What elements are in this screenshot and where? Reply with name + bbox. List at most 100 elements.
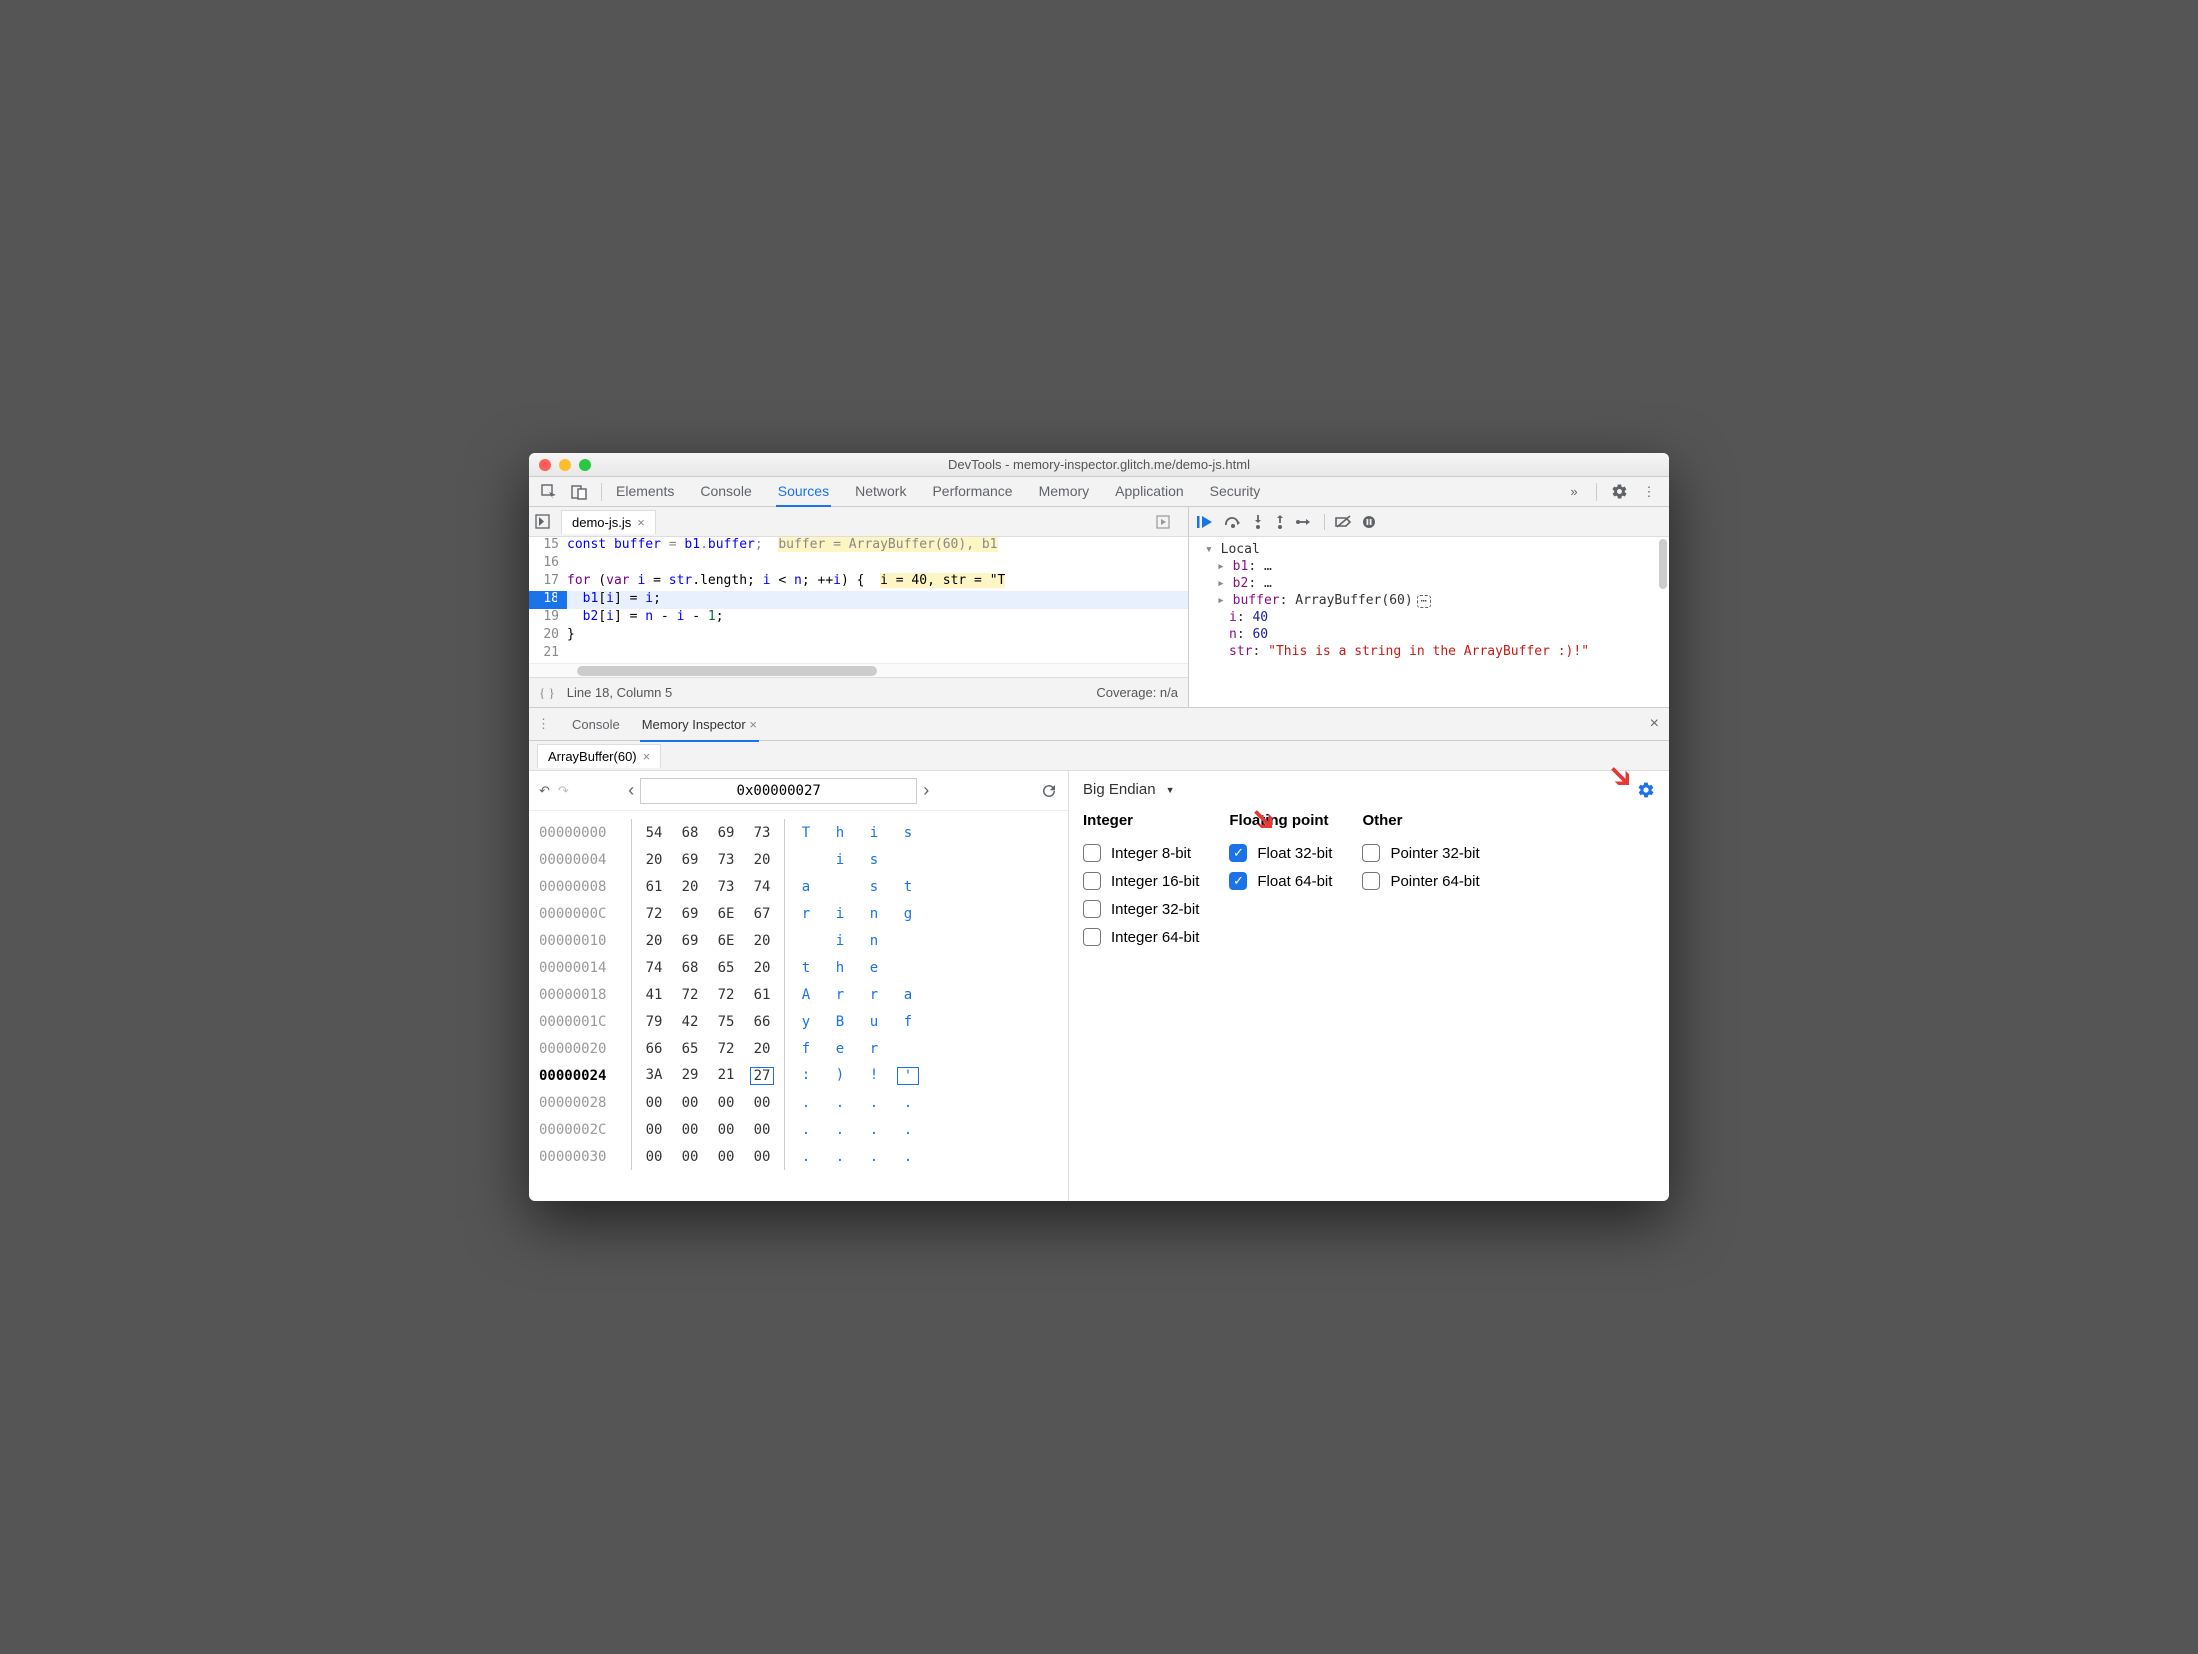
- value-type-integer-16-bit[interactable]: Integer 16-bit: [1083, 867, 1199, 895]
- hex-row[interactable]: 0000002066657220fer: [539, 1035, 1058, 1062]
- scope-var-b2[interactable]: b2: …: [1195, 575, 1663, 592]
- tab-console[interactable]: Console: [698, 477, 753, 507]
- checkbox-icon[interactable]: ✓: [1229, 872, 1247, 890]
- endianness-select[interactable]: Big Endian ▼: [1083, 781, 1655, 812]
- coverage-status: Coverage: n/a: [1096, 685, 1178, 700]
- hex-row[interactable]: 0000001C79427566yBuf: [539, 1008, 1058, 1035]
- refresh-icon[interactable]: [1040, 782, 1058, 800]
- checkbox-icon[interactable]: [1083, 900, 1101, 918]
- value-type-integer-32-bit[interactable]: Integer 32-bit: [1083, 895, 1199, 923]
- code-line[interactable]: 19 b2[i] = n - i - 1;: [529, 609, 1188, 627]
- scope-var-n[interactable]: n: 60: [1195, 626, 1663, 643]
- hex-row[interactable]: 0000000420697320 is: [539, 846, 1058, 873]
- pause-exceptions-icon[interactable]: [1362, 515, 1376, 529]
- hex-row[interactable]: 0000000861207374a st: [539, 873, 1058, 900]
- vertical-scrollbar[interactable]: [1659, 539, 1667, 589]
- tab-sources[interactable]: Sources: [776, 477, 831, 507]
- value-type-integer-8-bit[interactable]: Integer 8-bit: [1083, 839, 1199, 867]
- value-type-pointer-32-bit[interactable]: Pointer 32-bit: [1362, 839, 1479, 867]
- checkbox-icon[interactable]: [1083, 844, 1101, 862]
- file-tab-label: demo-js.js: [572, 515, 631, 530]
- redo-icon[interactable]: ↷: [558, 783, 569, 799]
- navigator-toggle-icon[interactable]: [535, 514, 561, 529]
- prev-page-icon[interactable]: ‹: [628, 780, 634, 801]
- close-tab-icon[interactable]: ×: [637, 515, 645, 530]
- hex-row[interactable]: 000000243A292127:)!': [539, 1062, 1058, 1089]
- step-into-icon[interactable]: [1252, 514, 1264, 530]
- device-toolbar-icon[interactable]: [565, 478, 593, 506]
- next-page-icon[interactable]: ›: [923, 780, 929, 801]
- undo-icon[interactable]: ↶: [539, 783, 550, 799]
- checkbox-icon[interactable]: ✓: [1229, 844, 1247, 862]
- code-line[interactable]: 17for (var i = str.length; i < n; ++i) {…: [529, 573, 1188, 591]
- hex-row[interactable]: 0000001474686520the: [539, 954, 1058, 981]
- tab-performance[interactable]: Performance: [930, 477, 1014, 507]
- hex-toolbar: ↶ ↷ ‹ ›: [529, 771, 1068, 811]
- code-line[interactable]: 16: [529, 555, 1188, 573]
- tab-elements[interactable]: Elements: [614, 477, 676, 507]
- inspect-element-icon[interactable]: [535, 478, 563, 506]
- value-settings-icon[interactable]: [1637, 781, 1655, 799]
- file-tab-demo-js[interactable]: demo-js.js ×: [561, 510, 656, 534]
- tab-memory[interactable]: Memory: [1037, 477, 1092, 507]
- value-type-pointer-64-bit[interactable]: Pointer 64-bit: [1362, 867, 1479, 895]
- scope-var-b1[interactable]: b1: …: [1195, 558, 1663, 575]
- code-line[interactable]: 20}: [529, 627, 1188, 645]
- hex-row[interactable]: 0000003000000000....: [539, 1143, 1058, 1170]
- hex-row[interactable]: 0000001841727261Arra: [539, 981, 1058, 1008]
- hex-viewer: ↶ ↷ ‹ › 0000000054686973This000000042069…: [529, 771, 1069, 1201]
- hex-row[interactable]: 0000002C00000000....: [539, 1116, 1058, 1143]
- settings-icon[interactable]: [1605, 478, 1633, 506]
- address-input[interactable]: [640, 778, 917, 804]
- value-type-integer-64-bit[interactable]: Integer 64-bit: [1083, 923, 1199, 951]
- tab-security[interactable]: Security: [1208, 477, 1263, 507]
- drawer-tab-memory-inspector[interactable]: Memory Inspector ×: [640, 709, 759, 742]
- main-toolbar: Elements Console Sources Network Performance…: [529, 477, 1669, 507]
- code-line[interactable]: 18 b1[i] = i;: [529, 591, 1188, 609]
- drawer-tabs: ⋮ Console Memory Inspector × ×: [529, 707, 1669, 741]
- hex-row[interactable]: 0000000C72696E67ring: [539, 900, 1058, 927]
- hex-row[interactable]: 0000000054686973This: [539, 819, 1058, 846]
- drawer-tab-console[interactable]: Console: [570, 709, 622, 740]
- step-over-icon[interactable]: [1224, 515, 1242, 529]
- deactivate-breakpoints-icon[interactable]: [1335, 515, 1352, 529]
- scope-var-buffer[interactable]: buffer: ArrayBuffer(60)⋯: [1195, 592, 1663, 609]
- scope-var-str[interactable]: str: "This is a string in the ArrayBuffe…: [1195, 643, 1663, 660]
- value-type-float-32-bit[interactable]: ✓ Float 32-bit: [1229, 839, 1332, 867]
- scope-var-i[interactable]: i: 40: [1195, 609, 1663, 626]
- hex-row[interactable]: 0000002800000000....: [539, 1089, 1058, 1116]
- horizontal-scrollbar[interactable]: [529, 663, 1188, 677]
- tab-application[interactable]: Application: [1113, 477, 1186, 507]
- checkbox-icon[interactable]: [1083, 928, 1101, 946]
- pretty-print-icon[interactable]: { }: [539, 685, 555, 701]
- hex-row[interactable]: 0000001020696E20 in: [539, 927, 1058, 954]
- tab-network[interactable]: Network: [853, 477, 908, 507]
- file-tabs: demo-js.js ×: [529, 507, 1188, 537]
- hex-body[interactable]: 0000000054686973This0000000420697320 is …: [529, 811, 1068, 1201]
- checkbox-icon[interactable]: [1362, 872, 1380, 890]
- checkbox-icon[interactable]: [1083, 872, 1101, 890]
- code-line[interactable]: 21: [529, 645, 1188, 663]
- close-memory-tab-icon[interactable]: ×: [643, 749, 651, 764]
- code-editor[interactable]: 15const buffer = b1.buffer; buffer = Arr…: [529, 537, 1188, 663]
- step-icon[interactable]: [1296, 516, 1314, 528]
- drawer-menu-icon[interactable]: ⋮: [537, 716, 550, 732]
- debugger-pane: Localb1: …b2: …buffer: ArrayBuffer(60)⋯i…: [1189, 507, 1669, 707]
- more-panels-icon[interactable]: »: [1560, 478, 1588, 506]
- checkbox-icon[interactable]: [1362, 844, 1380, 862]
- resume-icon[interactable]: [1197, 515, 1214, 529]
- scope-variables[interactable]: Localb1: …b2: …buffer: ArrayBuffer(60)⋯i…: [1189, 537, 1669, 664]
- value-group-header: Integer: [1083, 812, 1199, 829]
- value-type-label: Integer 16-bit: [1111, 873, 1199, 890]
- close-drawer-icon[interactable]: ×: [1650, 715, 1659, 733]
- value-type-label: Float 32-bit: [1257, 845, 1332, 862]
- step-out-icon[interactable]: [1274, 514, 1286, 530]
- memory-tab-arraybuffer[interactable]: ArrayBuffer(60) ×: [537, 744, 661, 768]
- code-line[interactable]: 15const buffer = b1.buffer; buffer = Arr…: [529, 537, 1188, 555]
- value-type-float-64-bit[interactable]: ✓Float 64-bit: [1229, 867, 1332, 895]
- kebab-menu-icon[interactable]: ⋮: [1635, 478, 1663, 506]
- memory-inspector-body: ↶ ↷ ‹ › 0000000054686973This000000042069…: [529, 771, 1669, 1201]
- run-snippet-icon[interactable]: [1156, 515, 1182, 529]
- editor-statusbar: { } Line 18, Column 5 Coverage: n/a: [529, 677, 1188, 707]
- debugger-toolbar: [1189, 507, 1669, 537]
